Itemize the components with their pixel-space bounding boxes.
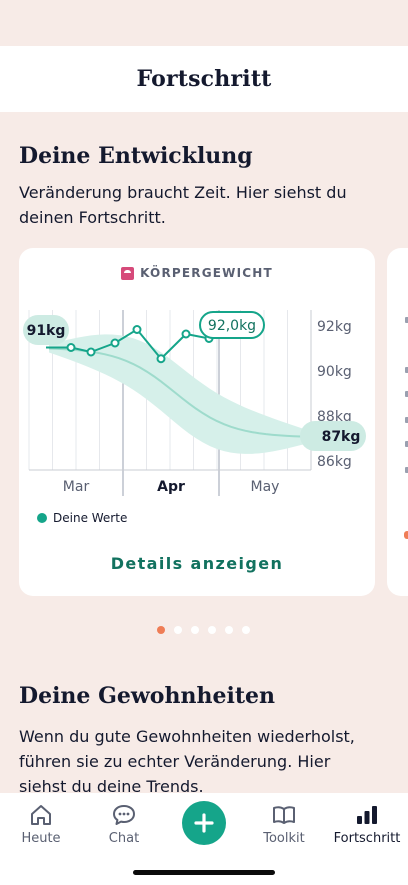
next-card-peek[interactable] (387, 248, 408, 596)
status-bar-area (0, 0, 408, 46)
y-tick-label: 90kg (317, 364, 352, 380)
book-icon (273, 806, 295, 824)
page-title: Fortschritt (136, 66, 272, 92)
tab-heute[interactable]: Heute (1, 793, 81, 853)
weight-card[interactable]: KÖRPERGEWICHT 92kg 90kg 88kg 86kg Mar Apr May… (19, 248, 375, 596)
data-point[interactable] (86, 347, 96, 357)
pager-dot[interactable] (242, 626, 250, 634)
y-tick-label: 86kg (317, 454, 352, 470)
chat-icon (113, 805, 135, 825)
legend-label: Deine Werte (53, 511, 128, 525)
current-value-text: 92,0kg (208, 318, 256, 334)
legend-dot (37, 513, 47, 523)
habits-section-title: Deine Gewohnheiten (19, 683, 275, 709)
goal-value-bubble[interactable]: 87kg (300, 421, 366, 451)
habits-section-description: Wenn du gute Gewohnheiten wiederholst, f… (19, 727, 355, 796)
x-tick-label: May (251, 479, 280, 495)
y-tick-label: 92kg (317, 319, 352, 335)
pager-dot[interactable] (157, 626, 165, 634)
progress-section-description: Veränderung braucht Zeit. Hier siehst du… (19, 183, 347, 227)
tab-fortschritt[interactable]: Fortschritt (327, 793, 407, 853)
tab-label-toolkit: Toolkit (263, 831, 305, 846)
goal-value-text: 87kg (322, 429, 361, 445)
x-axis-ticks: Mar Apr May (63, 479, 280, 495)
data-point[interactable] (181, 329, 191, 339)
carousel-pager (157, 626, 250, 634)
pager-dot[interactable] (208, 626, 216, 634)
x-tick-label: Apr (157, 479, 185, 495)
data-point[interactable] (132, 325, 142, 334)
details-button[interactable]: Details anzeigen (19, 554, 375, 573)
pager-dot[interactable] (174, 626, 182, 634)
x-tick-label: Mar (63, 479, 90, 495)
data-point[interactable] (156, 354, 166, 364)
peek-legend-dot (404, 531, 408, 539)
weight-chart: 92kg90kg88kg86kg Mar Apr May 91kg 92,0kg 8… (23, 310, 366, 496)
start-value-bubble[interactable]: 91kg (23, 315, 69, 345)
plus-icon (194, 813, 214, 833)
tab-label-heute: Heute (21, 831, 61, 846)
progress-screen: Fortschritt Deine Entwicklung Veränderun… (0, 0, 408, 885)
home-indicator (133, 870, 275, 875)
tab-chat[interactable]: Chat (84, 793, 164, 853)
data-point[interactable] (110, 338, 120, 348)
chart-legend: Deine Werte (37, 511, 127, 525)
header: Fortschritt (0, 46, 408, 112)
progress-section-title: Deine Entwicklung (19, 143, 253, 169)
add-button[interactable] (182, 801, 226, 845)
tab-label-fortschritt: Fortschritt (333, 831, 401, 846)
tab-label-chat: Chat (108, 831, 140, 846)
pager-dot[interactable] (191, 626, 199, 634)
current-value-bubble[interactable]: 92,0kg (199, 311, 265, 339)
bar-chart-icon (357, 806, 377, 824)
home-icon (31, 805, 51, 825)
pager-dot[interactable] (225, 626, 233, 634)
tab-toolkit[interactable]: Toolkit (244, 793, 324, 853)
data-point[interactable] (66, 343, 76, 352)
start-value-text: 91kg (27, 323, 66, 339)
